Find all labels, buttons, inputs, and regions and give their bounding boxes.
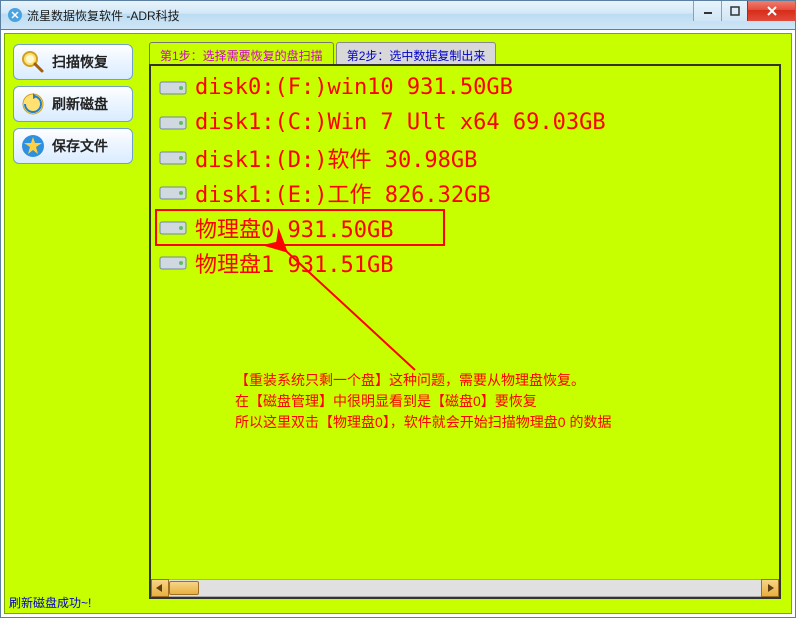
annotation-line: 【重装系统只剩一个盘】这种问题，需要从物理盘恢复。 <box>235 370 611 391</box>
titlebar: 流星数据恢复软件 -ADR科技 <box>0 0 796 30</box>
horizontal-scrollbar[interactable] <box>151 579 779 597</box>
disk-row[interactable]: 物理盘0 931.50GB <box>155 210 775 245</box>
window-controls <box>693 1 795 21</box>
disk-icon <box>159 148 187 168</box>
star-icon <box>20 133 46 159</box>
scroll-left-button[interactable] <box>151 579 169 597</box>
disk-label: disk1:(C:)Win 7 Ult x64 69.03GB <box>195 110 606 135</box>
scroll-track[interactable] <box>169 579 761 597</box>
disk-label: 物理盘0 931.50GB <box>195 212 393 244</box>
disk-row[interactable]: disk0:(F:)win10 931.50GB <box>155 70 775 105</box>
save-files-button[interactable]: 保存文件 <box>13 128 133 164</box>
maximize-button[interactable] <box>721 1 747 21</box>
window-title: 流星数据恢复软件 -ADR科技 <box>27 7 180 24</box>
refresh-disk-label: 刷新磁盘 <box>52 94 108 114</box>
inner-panel: 扫描恢复 刷新磁盘 保存文件 第1步：选择需要恢复的盘扫描 <box>4 33 792 614</box>
disk-row[interactable]: 物理盘1 931.51GB <box>155 245 775 280</box>
close-button[interactable] <box>747 1 795 21</box>
client-area: 扫描恢复 刷新磁盘 保存文件 第1步：选择需要恢复的盘扫描 <box>0 30 796 618</box>
annotation-line: 所以这里双击【物理盘0】，软件就会开始扫描物理盘0 的数据 <box>235 412 611 433</box>
disk-icon <box>159 253 187 273</box>
disk-label: disk1:(E:)工作 826.32GB <box>195 177 491 209</box>
scroll-thumb[interactable] <box>169 581 199 595</box>
disk-row[interactable]: disk1:(C:)Win 7 Ult x64 69.03GB <box>155 105 775 140</box>
disk-icon <box>159 78 187 98</box>
sidebar: 扫描恢复 刷新磁盘 保存文件 <box>13 44 135 170</box>
chevron-left-icon <box>156 584 164 592</box>
save-files-label: 保存文件 <box>52 136 108 156</box>
magnifier-icon <box>20 49 46 75</box>
disk-label: 物理盘1 931.51GB <box>195 247 393 279</box>
status-text: 刷新磁盘成功~! <box>9 594 91 611</box>
disk-row[interactable]: disk1:(E:)工作 826.32GB <box>155 175 775 210</box>
disk-icon <box>159 113 187 133</box>
chevron-right-icon <box>766 584 774 592</box>
annotation-line: 在【磁盘管理】中很明显看到是【磁盘0】要恢复 <box>235 391 611 412</box>
minimize-button[interactable] <box>693 1 721 21</box>
annotation-text: 【重装系统只剩一个盘】这种问题，需要从物理盘恢复。 在【磁盘管理】中很明显看到是… <box>235 370 611 433</box>
refresh-disk-button[interactable]: 刷新磁盘 <box>13 86 133 122</box>
disk-icon <box>159 218 187 238</box>
disk-label: disk1:(D:)软件 30.98GB <box>195 142 477 174</box>
minimize-icon <box>703 6 713 16</box>
app-icon <box>7 7 23 23</box>
close-icon <box>766 5 778 17</box>
scan-recover-button[interactable]: 扫描恢复 <box>13 44 133 80</box>
disk-icon <box>159 183 187 203</box>
refresh-icon <box>20 91 46 117</box>
disk-list: disk0:(F:)win10 931.50GB disk1:(C:)Win 7… <box>155 70 775 577</box>
scan-recover-label: 扫描恢复 <box>52 52 108 72</box>
disk-label: disk0:(F:)win10 931.50GB <box>195 75 513 100</box>
maximize-icon <box>730 6 740 16</box>
disk-row[interactable]: disk1:(D:)软件 30.98GB <box>155 140 775 175</box>
disk-list-panel: disk0:(F:)win10 931.50GB disk1:(C:)Win 7… <box>149 64 781 599</box>
scroll-right-button[interactable] <box>761 579 779 597</box>
